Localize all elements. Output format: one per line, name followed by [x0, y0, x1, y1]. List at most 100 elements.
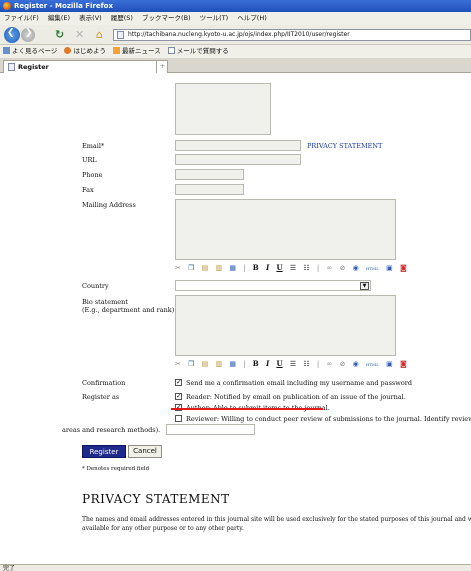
numbered-list-icon[interactable]: ☷	[303, 262, 309, 274]
unlink-icon[interactable]: ⊘	[340, 358, 346, 370]
menu-bar: ファイル(F) 編集(E) 表示(V) 履歴(S) ブックマーク(B) ツール(…	[0, 12, 471, 25]
menu-history[interactable]: 履歴(S)	[111, 14, 133, 22]
bio-label: Bio statement	[82, 298, 128, 306]
register-button[interactable]: Register	[82, 445, 126, 458]
textarea-above[interactable]	[175, 83, 271, 135]
help-icon[interactable]: ◉	[353, 262, 359, 274]
menu-bookmarks[interactable]: ブックマーク(B)	[142, 14, 191, 22]
url-label: URL	[82, 156, 97, 164]
bookmark-latest-news[interactable]: 最新ニュース	[113, 45, 161, 58]
image-icon[interactable]: ▣	[386, 358, 393, 370]
underline-button[interactable]: U	[276, 358, 282, 370]
bullet-list-icon[interactable]: ☰	[290, 358, 296, 370]
image-icon[interactable]: ▣	[386, 262, 393, 274]
cut-icon[interactable]: ✂	[175, 358, 181, 370]
chevron-down-icon: ▼	[360, 282, 369, 290]
bookmark-most-visited[interactable]: よく見るページ	[3, 45, 57, 58]
annotation-underline	[171, 408, 323, 410]
menu-help[interactable]: ヘルプ(H)	[237, 14, 266, 22]
mailing-editor-toolbar: ✂ ❐ ▤ ▥ ▦ | B I U ☰ ☷ | ∞ ⊘ ◉ HTML ▣ ◙	[175, 262, 407, 275]
tab-register[interactable]: Register +	[3, 60, 168, 73]
help-icon[interactable]: ◉	[353, 358, 359, 370]
stop-icon[interactable]: ✕	[75, 28, 84, 41]
bookmarks-toolbar: よく見るページ はじめよう 最新ニュース メールで質問する	[0, 45, 471, 58]
tab-label: Register	[18, 63, 49, 71]
back-arrow-icon: ❮	[7, 28, 15, 38]
bullet-list-icon[interactable]: ☰	[290, 262, 296, 274]
html-source-icon[interactable]: HTML	[366, 359, 379, 371]
confirmation-label: Confirmation	[82, 379, 126, 387]
fax-label: Fax	[82, 186, 94, 194]
paste-word-icon[interactable]: ▦	[229, 262, 236, 274]
bio-hint-label: (E.g., department and rank)	[82, 306, 175, 314]
confirmation-checkbox[interactable]: ✓	[175, 379, 182, 386]
reviewer-text: Reviewer: Willing to conduct peer review…	[186, 415, 471, 423]
link-icon[interactable]: ∞	[326, 262, 332, 274]
fullscreen-icon[interactable]: ◙	[400, 262, 407, 274]
window-titlebar: Register - Mozilla Firefox	[0, 0, 471, 12]
numbered-list-icon[interactable]: ☷	[303, 358, 309, 370]
bold-button[interactable]: B	[253, 262, 259, 274]
bookmark-icon	[3, 47, 10, 54]
paste-icon[interactable]: ▤	[202, 262, 209, 274]
paste-word-icon[interactable]: ▦	[229, 358, 236, 370]
forward-button[interactable]: ❯	[21, 28, 35, 42]
tab-bar: Register +	[0, 58, 471, 73]
menu-file[interactable]: ファイル(F)	[4, 14, 39, 22]
url-text: http://tachibana.nucleng.kyoto-u.ac.jp/o…	[128, 31, 350, 38]
separator-icon: |	[243, 264, 246, 272]
bold-button[interactable]: B	[253, 358, 259, 370]
paste-text-icon[interactable]: ▥	[215, 262, 222, 274]
mailing-address-textarea[interactable]	[175, 199, 396, 260]
privacy-statement-link[interactable]: PRIVACY STATEMENT	[307, 142, 382, 150]
window-title: Register - Mozilla Firefox	[14, 2, 113, 10]
separator-icon: |	[316, 264, 320, 272]
link-icon[interactable]: ∞	[326, 358, 332, 370]
italic-button[interactable]: I	[266, 262, 269, 274]
fax-field[interactable]	[175, 184, 244, 195]
required-field-note: * Denotes required field	[82, 466, 150, 472]
menu-tools[interactable]: ツール(T)	[200, 14, 229, 22]
privacy-text: The names and email addresses entered in…	[82, 516, 471, 532]
reviewer-text-continued: areas and research methods).	[62, 426, 161, 434]
separator-icon: |	[316, 360, 320, 368]
fullscreen-icon[interactable]: ◙	[400, 358, 407, 370]
url-field[interactable]	[175, 154, 301, 165]
url-bar[interactable]: http://tachibana.nucleng.kyoto-u.ac.jp/o…	[113, 29, 471, 41]
bookmark-ask-by-mail[interactable]: メールで質問する	[167, 45, 229, 58]
copy-icon[interactable]: ❐	[188, 358, 194, 370]
unlink-icon[interactable]: ⊘	[340, 262, 346, 274]
html-source-icon[interactable]: HTML	[366, 263, 379, 275]
menu-view[interactable]: 表示(V)	[79, 14, 102, 22]
reviewer-checkbox[interactable]	[175, 415, 182, 422]
underline-button[interactable]: U	[276, 262, 282, 274]
home-icon[interactable]: ⌂	[96, 28, 103, 41]
status-text: 完了	[3, 565, 16, 571]
reviewing-interests-field[interactable]	[166, 424, 255, 435]
paste-text-icon[interactable]: ▥	[215, 358, 222, 370]
separator-icon: |	[243, 360, 246, 368]
cancel-button[interactable]: Cancel	[128, 445, 162, 458]
bio-editor-toolbar: ✂ ❐ ▤ ▥ ▦ | B I U ☰ ☷ | ∞ ⊘ ◉ HTML ▣ ◙	[175, 358, 407, 371]
reader-checkbox[interactable]: ✓	[175, 393, 182, 400]
email-label: Email*	[82, 142, 105, 150]
forward-arrow-icon: ❯	[25, 28, 33, 38]
rss-icon	[113, 47, 121, 54]
paste-icon[interactable]: ▤	[202, 358, 209, 370]
italic-button[interactable]: I	[266, 358, 269, 370]
firefox-icon	[3, 2, 11, 10]
phone-field[interactable]	[175, 169, 244, 180]
back-button[interactable]: ❮	[4, 27, 20, 43]
menu-edit[interactable]: 編集(E)	[48, 14, 70, 22]
new-tab-button[interactable]: +	[156, 60, 168, 73]
cut-icon[interactable]: ✂	[175, 262, 181, 274]
email-field[interactable]	[175, 140, 301, 151]
bio-textarea[interactable]	[175, 295, 396, 356]
bookmark-getting-started[interactable]: はじめよう	[64, 45, 106, 58]
copy-icon[interactable]: ❐	[188, 262, 194, 274]
reload-icon[interactable]: ↻	[55, 28, 64, 41]
status-bar: 完了	[0, 564, 471, 571]
phone-label: Phone	[82, 171, 103, 179]
country-select[interactable]: ▼	[175, 280, 371, 291]
privacy-heading: PRIVACY STATEMENT	[82, 492, 230, 506]
